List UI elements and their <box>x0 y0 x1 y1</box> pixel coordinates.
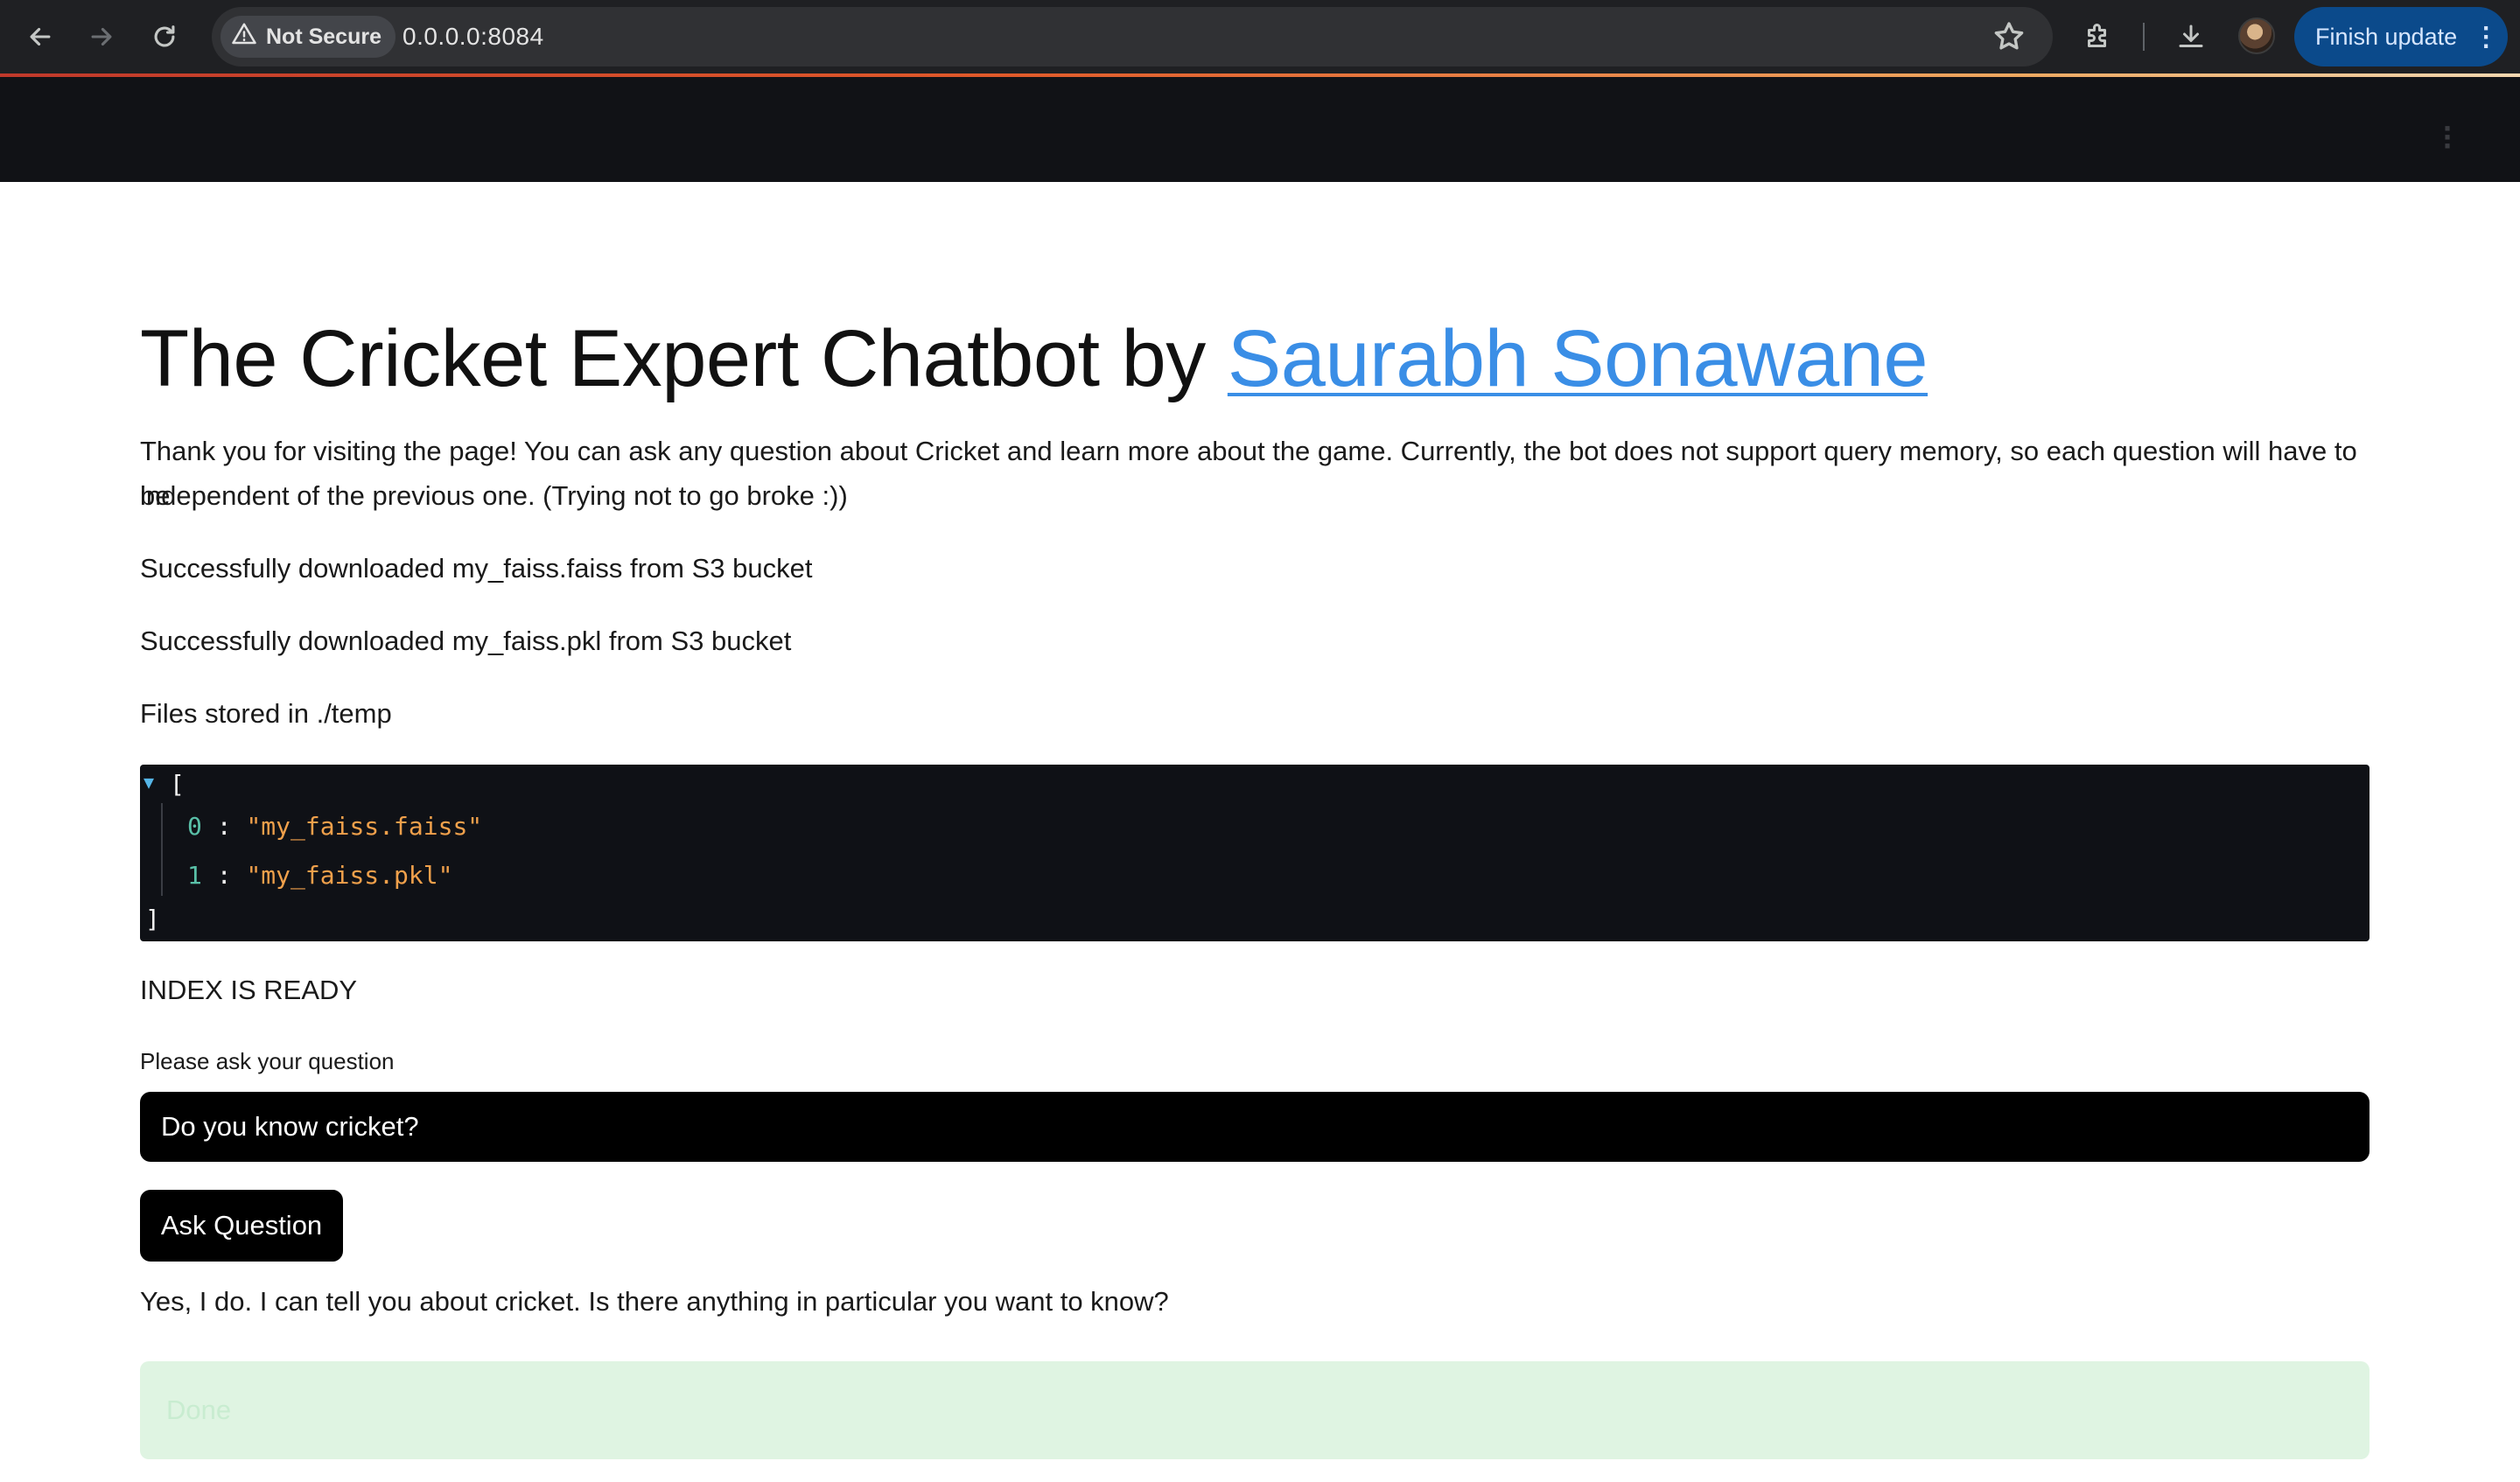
answer-text: Yes, I do. I can tell you about cricket.… <box>140 1286 1169 1317</box>
success-message: Done <box>166 1395 232 1425</box>
warning-icon <box>231 21 257 53</box>
collapse-caret-icon[interactable]: ▼ <box>144 772 154 793</box>
bookmark-star-icon[interactable] <box>1992 19 2026 54</box>
status-message: Successfully downloaded my_faiss.pkl fro… <box>140 626 792 656</box>
security-label: Not Secure <box>266 24 382 49</box>
finish-update-button[interactable]: Finish update ⋮ <box>2294 7 2508 66</box>
extensions-icon[interactable] <box>2077 16 2119 58</box>
reload-icon[interactable] <box>144 16 186 58</box>
security-indicator[interactable]: Not Secure <box>220 16 396 58</box>
json-indent-guide <box>161 803 163 896</box>
browser-menu-icon[interactable]: ⋮ <box>2473 22 2499 52</box>
json-item: 1 : "my_faiss.pkl" <box>187 861 453 890</box>
question-input[interactable] <box>140 1092 2370 1162</box>
index-status: INDEX IS READY <box>140 975 358 1005</box>
json-item: 0 : "my_faiss.faiss" <box>187 812 483 841</box>
json-open-bracket: [ <box>170 770 185 799</box>
json-index: 1 <box>187 861 202 890</box>
success-alert: Done <box>140 1361 2370 1459</box>
json-value: "my_faiss.pkl" <box>246 861 453 890</box>
ask-question-button[interactable]: Ask Question <box>140 1190 343 1262</box>
json-index: 0 <box>187 812 202 841</box>
intro-text-line-2: independent of the previous one. (Trying… <box>140 480 848 511</box>
address-bar[interactable]: Not Secure 0.0.0.0:8084 <box>212 7 2053 66</box>
status-message: Successfully downloaded my_faiss.faiss f… <box>140 553 813 584</box>
download-icon[interactable] <box>2170 16 2212 58</box>
back-icon[interactable] <box>19 16 61 58</box>
main-menu-icon[interactable]: · · · <box>2440 113 2457 162</box>
author-link[interactable]: Saurabh Sonawane <box>1228 314 1928 403</box>
toolbar-divider <box>2143 23 2145 51</box>
page-title: The Cricket Expert Chatbot by Saurabh So… <box>140 313 1928 405</box>
finish-update-label: Finish update <box>2315 23 2458 50</box>
json-close-bracket: ] <box>145 905 160 933</box>
page-title-text: The Cricket Expert Chatbot by <box>140 314 1228 403</box>
app-header: · · · <box>0 77 2520 182</box>
forward-icon[interactable] <box>80 16 122 58</box>
status-message: Files stored in ./temp <box>140 698 392 729</box>
question-label: Please ask your question <box>140 1048 395 1074</box>
json-viewer: ▼ [ 0 : "my_faiss.faiss" 1 : "my_faiss.p… <box>140 765 2370 941</box>
json-value: "my_faiss.faiss" <box>246 812 483 841</box>
profile-avatar[interactable] <box>2238 17 2275 54</box>
browser-toolbar: Not Secure 0.0.0.0:8084 Finish update ⋮ <box>0 0 2520 73</box>
url-text[interactable]: 0.0.0.0:8084 <box>402 23 544 51</box>
